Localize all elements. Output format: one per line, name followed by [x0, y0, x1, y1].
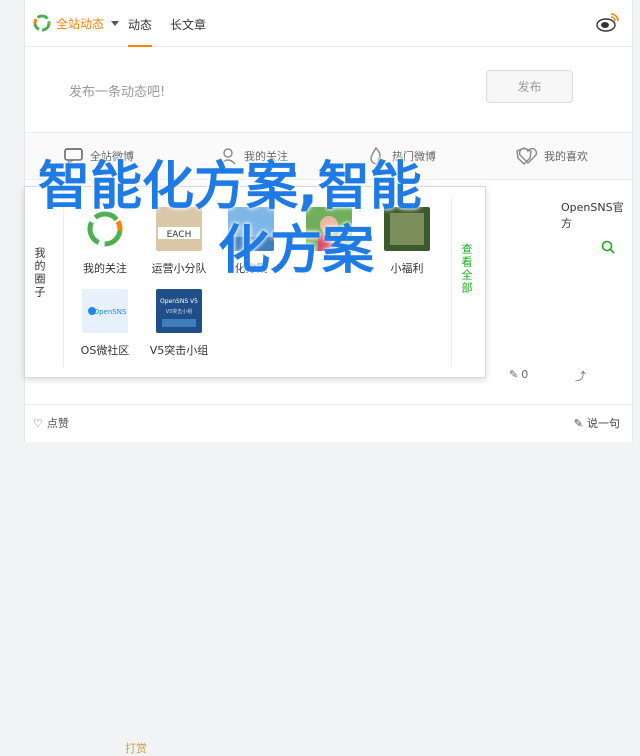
svg-text:V5突击小组: V5突击小组	[166, 308, 193, 315]
like-label: 点赞	[46, 417, 69, 430]
headline-overlay: 智能化方案,智能 化方案	[38, 155, 578, 283]
comment-icon: ✎	[509, 368, 519, 381]
circle-item[interactable]: OpenSNS OS微社区	[73, 289, 137, 358]
headline-line2: 化方案	[218, 221, 375, 281]
composer: 发布一条动态吧! 发布	[25, 47, 632, 131]
say-label: 说一句	[587, 417, 620, 430]
comment-button[interactable]: ✎ 说一句	[574, 415, 620, 431]
circle-thumb: OpenSNS V5 V5突击小组	[156, 289, 202, 333]
circle-label: V5突击小组	[149, 344, 209, 357]
comment-count: 0	[521, 368, 529, 381]
headline-line1: 智能化方案,智能	[38, 157, 422, 217]
composer-input[interactable]: 发布一条动态吧!	[69, 81, 165, 100]
comment-action[interactable]: ✎ 0	[509, 368, 528, 381]
tab-long-article[interactable]: 长文章	[170, 16, 206, 33]
chevron-down-icon	[111, 20, 120, 26]
heart-icon: ♡	[33, 416, 43, 430]
share-icon: ⤴	[575, 370, 586, 383]
like-button[interactable]: ♡ 点赞	[33, 415, 69, 431]
search-icon[interactable]	[601, 240, 615, 254]
svg-text:OpenSNS: OpenSNS	[94, 308, 127, 316]
pencil-icon: ✎	[573, 416, 583, 430]
share-action[interactable]: ⤴	[575, 368, 586, 384]
circle-item[interactable]: OpenSNS V5 V5突击小组 V5突击小组	[147, 289, 211, 358]
publish-button[interactable]: 发布	[486, 70, 573, 103]
svg-text:OpenSNS V5: OpenSNS V5	[160, 298, 198, 305]
scope-dropdown[interactable]: 全站动态	[33, 14, 120, 32]
top-bar: 全站动态 动态 长文章	[25, 0, 632, 47]
circle-thumb: OpenSNS	[82, 289, 128, 333]
reward-label[interactable]: 打赏	[125, 740, 147, 756]
circle-label: OS微社区	[80, 344, 130, 357]
weibo-icon[interactable]	[596, 12, 620, 32]
scope-label: 全站动态	[56, 16, 105, 31]
tab-feed[interactable]: 动态	[128, 16, 153, 47]
opensns-logo-icon	[33, 14, 51, 32]
bottom-bar: ♡ 点赞 ✎ 说一句	[25, 404, 632, 443]
